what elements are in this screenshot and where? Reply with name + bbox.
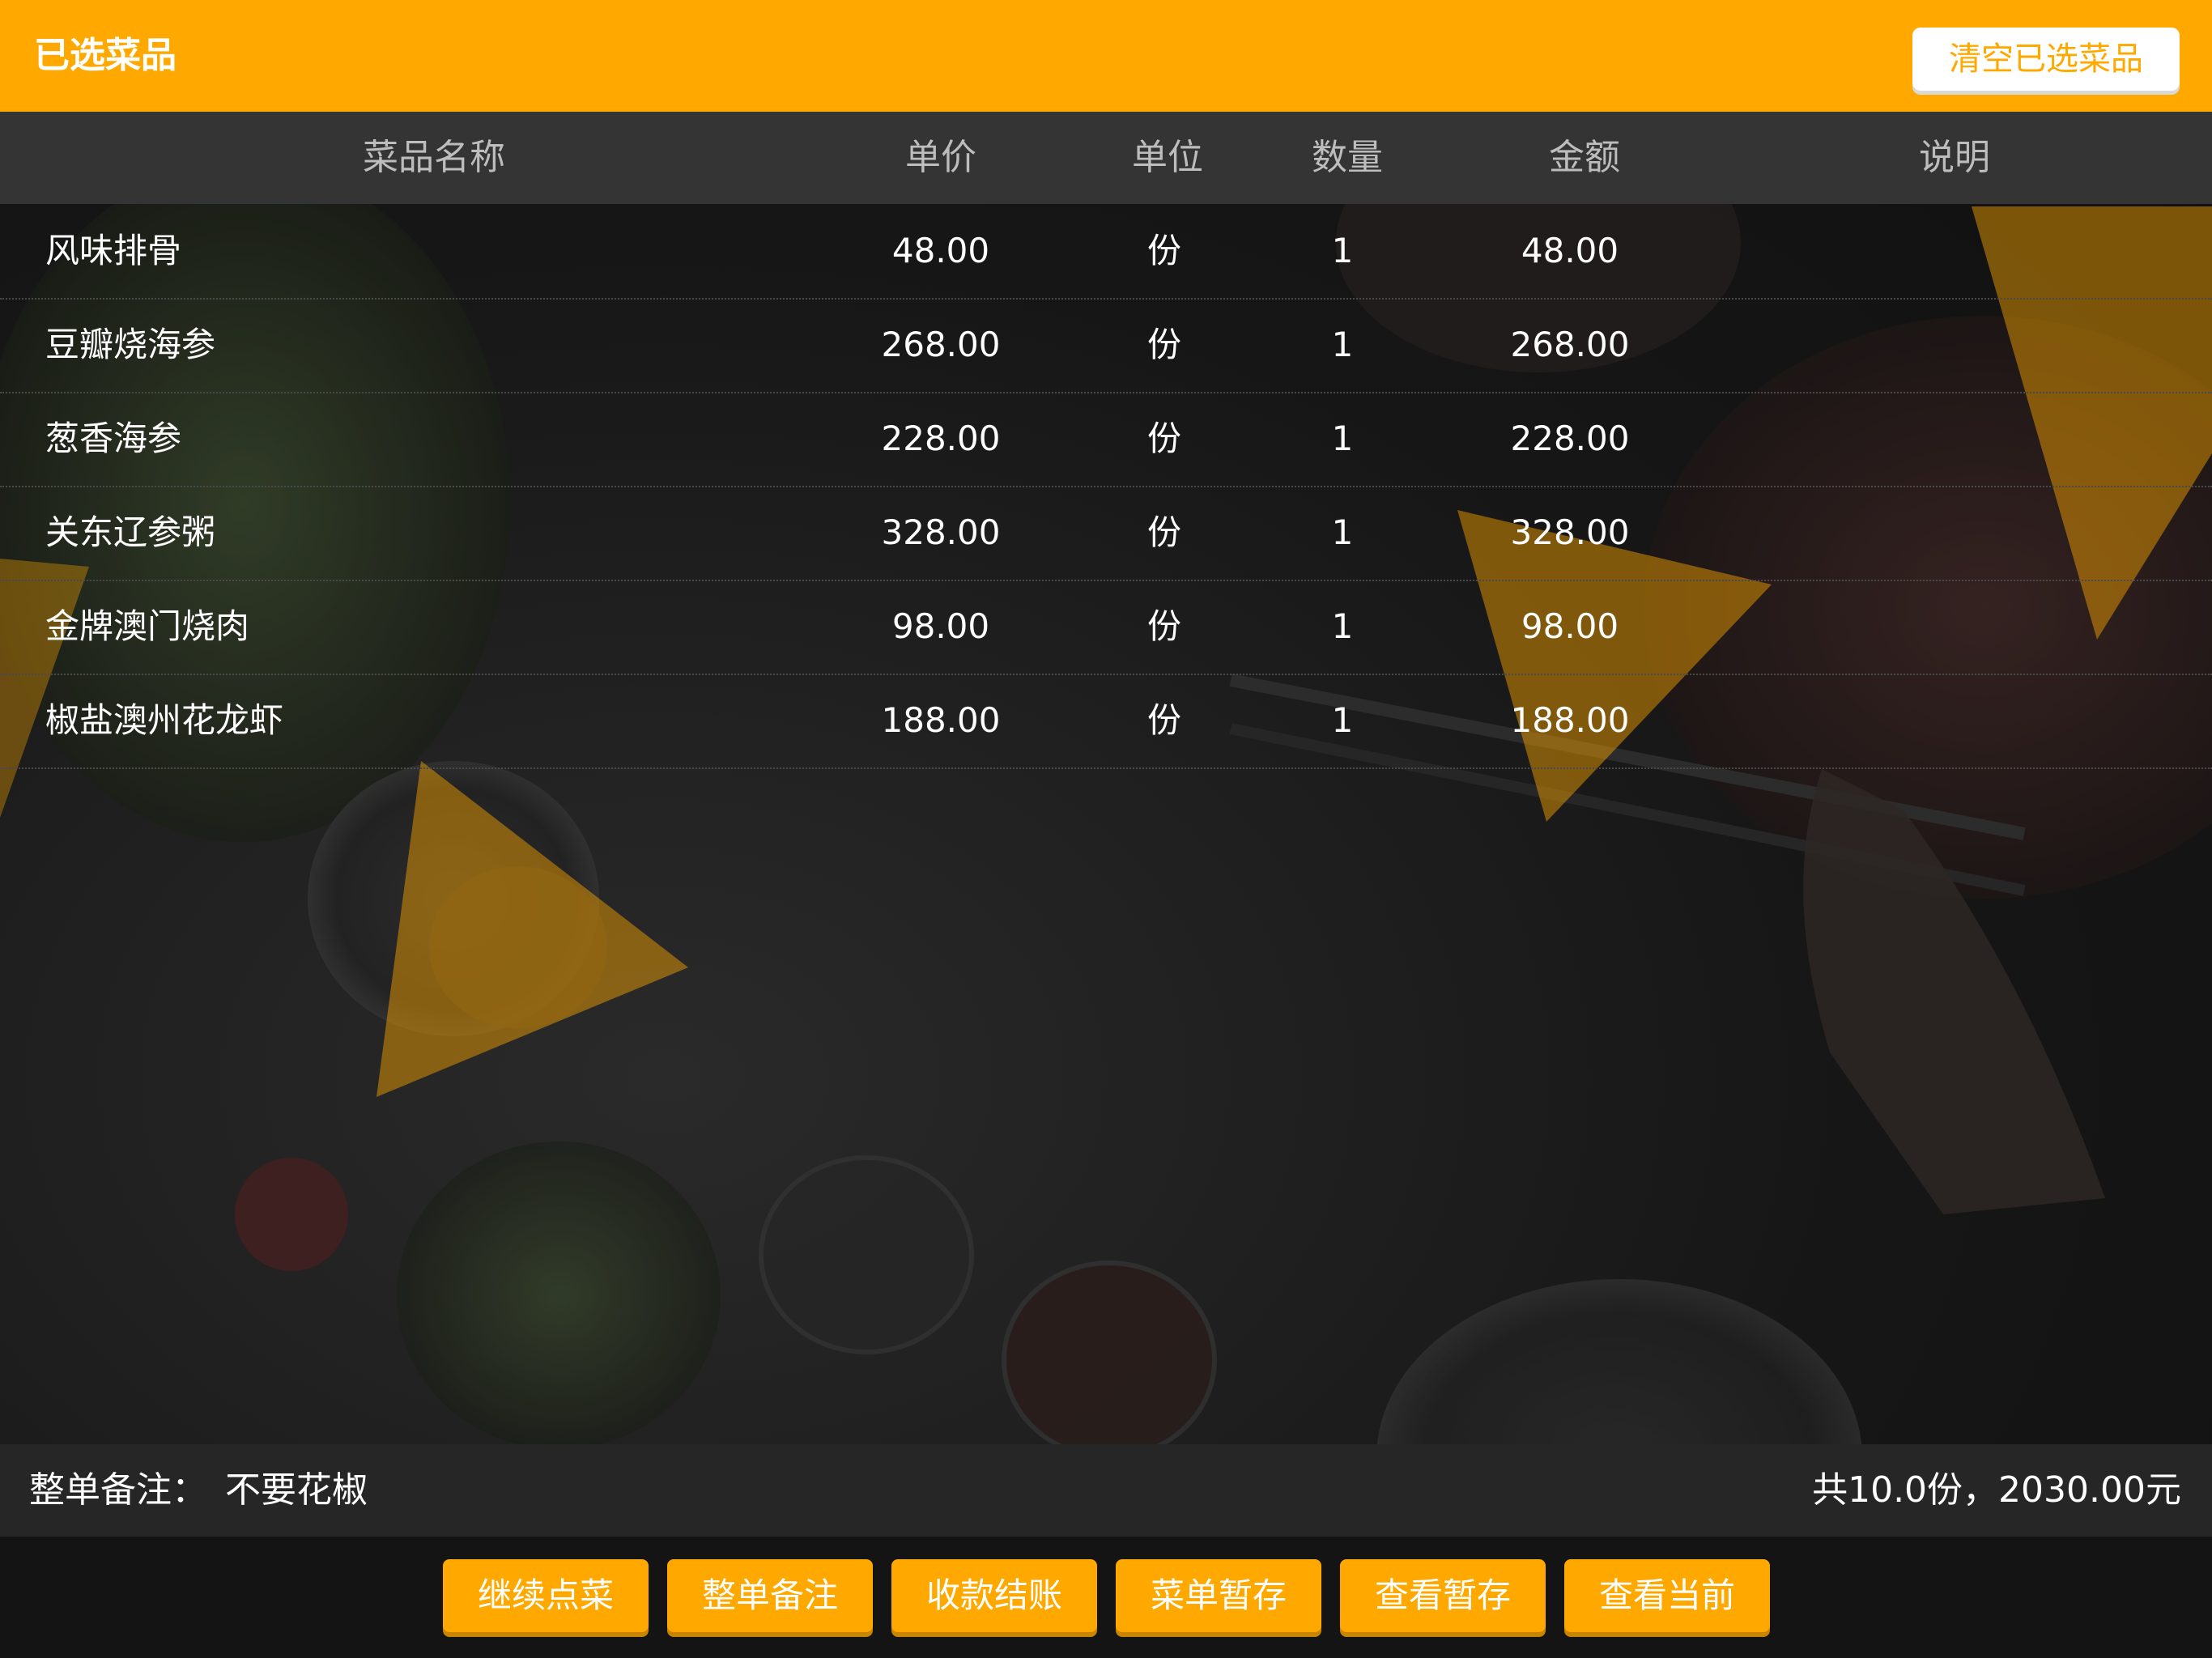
dish-price: 328.00 xyxy=(881,512,1001,552)
dish-unit: 份 xyxy=(1146,325,1182,364)
dish-amount: 268.00 xyxy=(1510,325,1630,364)
order-screen: 已选菜品 清空已选菜品 菜品名称 单价 单位 数量 金额 说明 风味排骨 48.… xyxy=(0,0,2212,1658)
dish-unit: 份 xyxy=(1146,419,1182,458)
column-header-note: 说明 xyxy=(1919,137,1990,178)
column-header-qty: 数量 xyxy=(1312,137,1383,178)
column-header-price: 单价 xyxy=(905,137,976,178)
header-bar: 已选菜品 清空已选菜品 xyxy=(0,0,2212,112)
dish-amount: 328.00 xyxy=(1510,512,1630,552)
dish-amount: 98.00 xyxy=(1521,606,1619,646)
dish-qty: 1 xyxy=(1331,231,1354,270)
order-summary-bar: 整单备注： 不要花椒 共10.0份，2030.00元 xyxy=(0,1444,2212,1537)
view-drafts-button[interactable]: 查看暂存 xyxy=(1340,1559,1546,1632)
action-bar: 继续点菜 整单备注 收款结账 菜单暂存 查看暂存 查看当前 xyxy=(0,1537,2212,1658)
dish-name: 金牌澳门烧肉 xyxy=(45,606,250,646)
table-header: 菜品名称 单价 单位 数量 金额 说明 xyxy=(0,112,2212,204)
order-remark-value: 不要花椒 xyxy=(225,1469,368,1511)
dish-qty: 1 xyxy=(1331,325,1354,364)
dish-qty: 1 xyxy=(1331,700,1354,740)
dish-unit: 份 xyxy=(1146,231,1182,270)
dish-amount: 48.00 xyxy=(1521,231,1619,270)
dish-name: 豆瓣烧海参 xyxy=(45,325,216,364)
table-row[interactable]: 金牌澳门烧肉 98.00 份 1 98.00 xyxy=(0,580,2212,675)
dish-name: 风味排骨 xyxy=(45,231,182,270)
dish-amount: 228.00 xyxy=(1510,419,1630,458)
column-header-amount: 金额 xyxy=(1549,137,1620,178)
dish-name: 椒盐澳州花龙虾 xyxy=(45,700,284,740)
dish-price: 98.00 xyxy=(891,606,990,646)
continue-ordering-button[interactable]: 继续点菜 xyxy=(443,1559,649,1632)
dish-price: 268.00 xyxy=(881,325,1001,364)
dish-price: 188.00 xyxy=(881,700,1001,740)
table-row[interactable]: 豆瓣烧海参 268.00 份 1 268.00 xyxy=(0,298,2212,393)
dish-price: 48.00 xyxy=(891,231,990,270)
dish-unit: 份 xyxy=(1146,700,1182,740)
order-total: 共10.0份，2030.00元 xyxy=(1812,1469,2181,1511)
dish-qty: 1 xyxy=(1331,512,1354,552)
dish-qty: 1 xyxy=(1331,419,1354,458)
table-row[interactable]: 风味排骨 48.00 份 1 48.00 xyxy=(0,204,2212,300)
page-title: 已选菜品 xyxy=(34,35,177,76)
save-draft-button[interactable]: 菜单暂存 xyxy=(1116,1559,1321,1632)
order-remark-label: 整单备注： xyxy=(29,1469,207,1511)
table-row[interactable]: 关东辽参粥 328.00 份 1 328.00 xyxy=(0,486,2212,581)
dish-unit: 份 xyxy=(1146,512,1182,552)
dish-name: 葱香海参 xyxy=(45,419,182,458)
column-header-name: 菜品名称 xyxy=(363,137,505,178)
column-header-unit: 单位 xyxy=(1132,137,1203,178)
view-current-button[interactable]: 查看当前 xyxy=(1564,1559,1770,1632)
clear-selected-button[interactable]: 清空已选菜品 xyxy=(1912,28,2180,91)
dish-amount: 188.00 xyxy=(1510,700,1630,740)
dish-price: 228.00 xyxy=(881,419,1001,458)
order-remark-button[interactable]: 整单备注 xyxy=(667,1559,873,1632)
table-row[interactable]: 椒盐澳州花龙虾 188.00 份 1 188.00 xyxy=(0,674,2212,769)
dish-name: 关东辽参粥 xyxy=(45,512,216,552)
checkout-button[interactable]: 收款结账 xyxy=(891,1559,1097,1632)
table-row[interactable]: 葱香海参 228.00 份 1 228.00 xyxy=(0,392,2212,487)
dish-qty: 1 xyxy=(1331,606,1354,646)
dish-unit: 份 xyxy=(1146,606,1182,646)
